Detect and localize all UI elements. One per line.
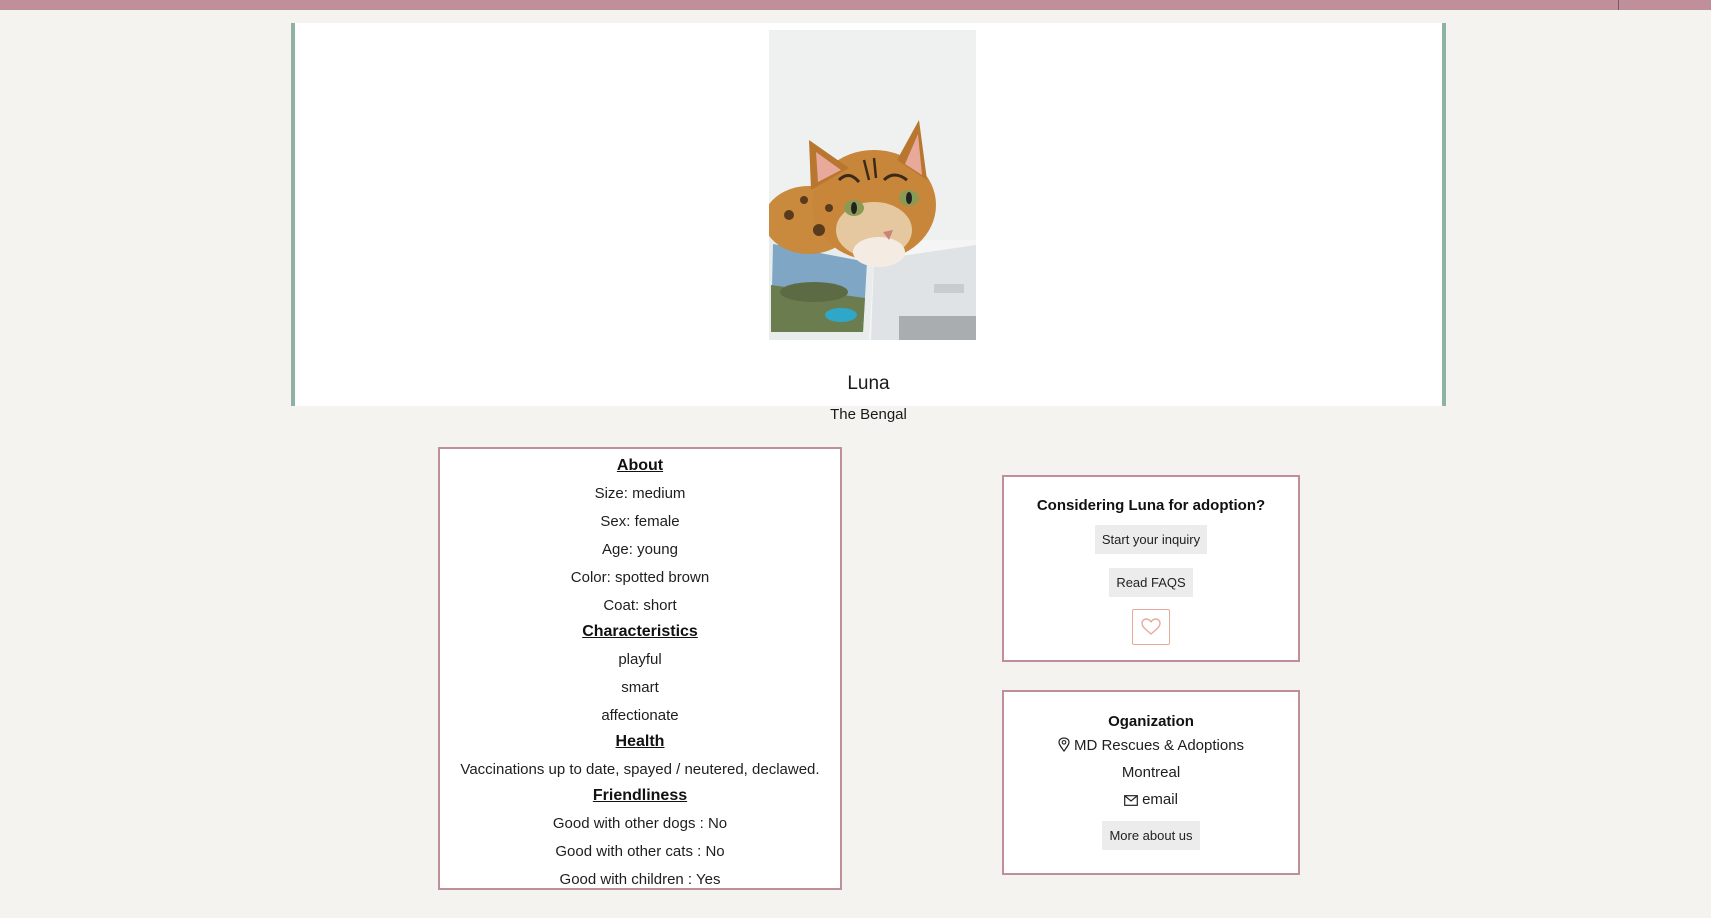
organization-panel: Oganization MD Rescues & Adoptions Montr… [1002, 690, 1300, 875]
organization-name: MD Rescues & Adoptions [1073, 737, 1245, 754]
envelope-icon [1124, 795, 1138, 806]
top-bar [0, 0, 1711, 10]
read-faqs-button[interactable]: Read FAQS [1109, 568, 1193, 597]
organization-email-row[interactable]: email [1004, 786, 1298, 813]
color-text: Color: spotted brown [570, 569, 710, 586]
dogs-text: Good with other dogs : No [552, 815, 728, 832]
size-text: Size: medium [594, 485, 686, 502]
adoption-panel: Considering Luna for adoption? Start you… [1002, 475, 1300, 662]
location-pin-icon [1058, 737, 1070, 752]
friendliness-heading: Friendliness [592, 787, 688, 804]
organization-title: Oganization [1108, 713, 1194, 730]
sex-text: Sex: female [600, 513, 680, 530]
heart-icon [1141, 618, 1161, 635]
about-panel: About Size: medium Sex: female Age: youn… [438, 447, 842, 890]
pet-name: Luna [847, 373, 890, 394]
pet-breed: The Bengal [830, 406, 907, 423]
bengal-cat-photo-icon [769, 30, 976, 340]
email-link[interactable]: email [1142, 791, 1178, 808]
top-bar-divider [1618, 0, 1619, 10]
pet-photo [769, 30, 976, 340]
adoption-title: Considering Luna for adoption? [1036, 497, 1266, 514]
organization-name-row: MD Rescues & Adoptions [1004, 732, 1298, 759]
health-heading: Health [615, 733, 665, 750]
more-about-us-button[interactable]: More about us [1102, 821, 1200, 850]
children-text: Good with children : Yes [559, 871, 721, 888]
health-text: Vaccinations up to date, spayed / neuter… [460, 761, 820, 778]
start-inquiry-button[interactable]: Start your inquiry [1094, 525, 1208, 554]
age-text: Age: young [602, 541, 678, 558]
characteristic-item: playful [618, 651, 662, 668]
favorite-button[interactable] [1132, 609, 1170, 645]
coat-text: Coat: short [603, 597, 677, 614]
pet-hero: Luna The Bengal [291, 23, 1446, 423]
characteristic-item: affectionate [601, 707, 679, 724]
characteristic-item: smart [621, 679, 659, 696]
about-heading: About [616, 457, 664, 474]
organization-city: Montreal [1121, 764, 1181, 781]
characteristics-heading: Characteristics [582, 623, 698, 640]
cats-text: Good with other cats : No [555, 843, 725, 860]
